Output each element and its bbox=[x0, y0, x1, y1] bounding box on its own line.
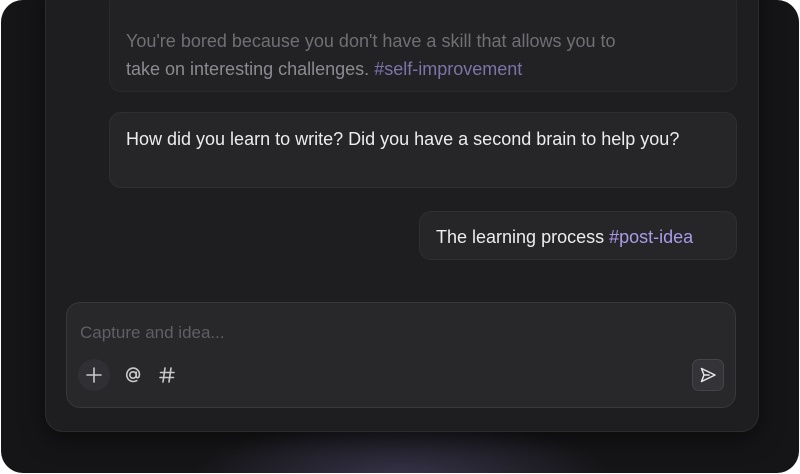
message-bubble-1: You're bored because you don't have a sk… bbox=[109, 0, 737, 92]
message-1-line2: take on interesting challenges. bbox=[126, 59, 370, 79]
mention-button[interactable] bbox=[117, 359, 149, 391]
send-icon bbox=[700, 367, 716, 383]
message-2-text: How did you learn to write? Did you have… bbox=[126, 129, 680, 149]
message-3-text: The learning process bbox=[436, 227, 605, 247]
message-1-line1: You're bored because you don't have a sk… bbox=[126, 31, 616, 51]
message-1-tag[interactable]: #self-improvement bbox=[374, 59, 522, 79]
capture-input[interactable] bbox=[78, 319, 702, 347]
add-button[interactable] bbox=[78, 359, 110, 391]
composer bbox=[66, 302, 736, 408]
plus-icon bbox=[86, 367, 102, 383]
send-button[interactable] bbox=[692, 359, 724, 391]
app-window: You're bored because you don't have a sk… bbox=[1, 0, 799, 473]
message-3-tag[interactable]: #post-idea bbox=[609, 227, 693, 247]
message-bubble-3: The learning process #post-idea bbox=[419, 211, 737, 260]
hash-icon bbox=[159, 367, 175, 383]
at-icon bbox=[125, 367, 141, 383]
message-bubble-2: How did you learn to write? Did you have… bbox=[109, 112, 737, 188]
tag-button[interactable] bbox=[151, 359, 183, 391]
